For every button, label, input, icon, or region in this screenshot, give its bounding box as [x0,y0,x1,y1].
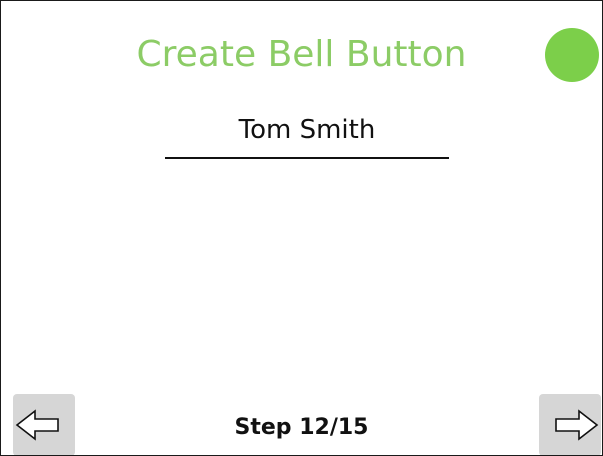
right-arrow-icon [555,409,599,441]
page-title: Create Bell Button [136,34,467,75]
status-indicator-icon [545,28,599,82]
step-indicator: Step 12/15 [234,415,369,440]
next-button[interactable] [539,394,601,455]
name-field-value: Tom Smith [238,115,376,145]
name-field[interactable]: Tom Smith [165,109,449,159]
app-screen: Create Bell Button Tom Smith Step 12/15 [0,0,603,456]
